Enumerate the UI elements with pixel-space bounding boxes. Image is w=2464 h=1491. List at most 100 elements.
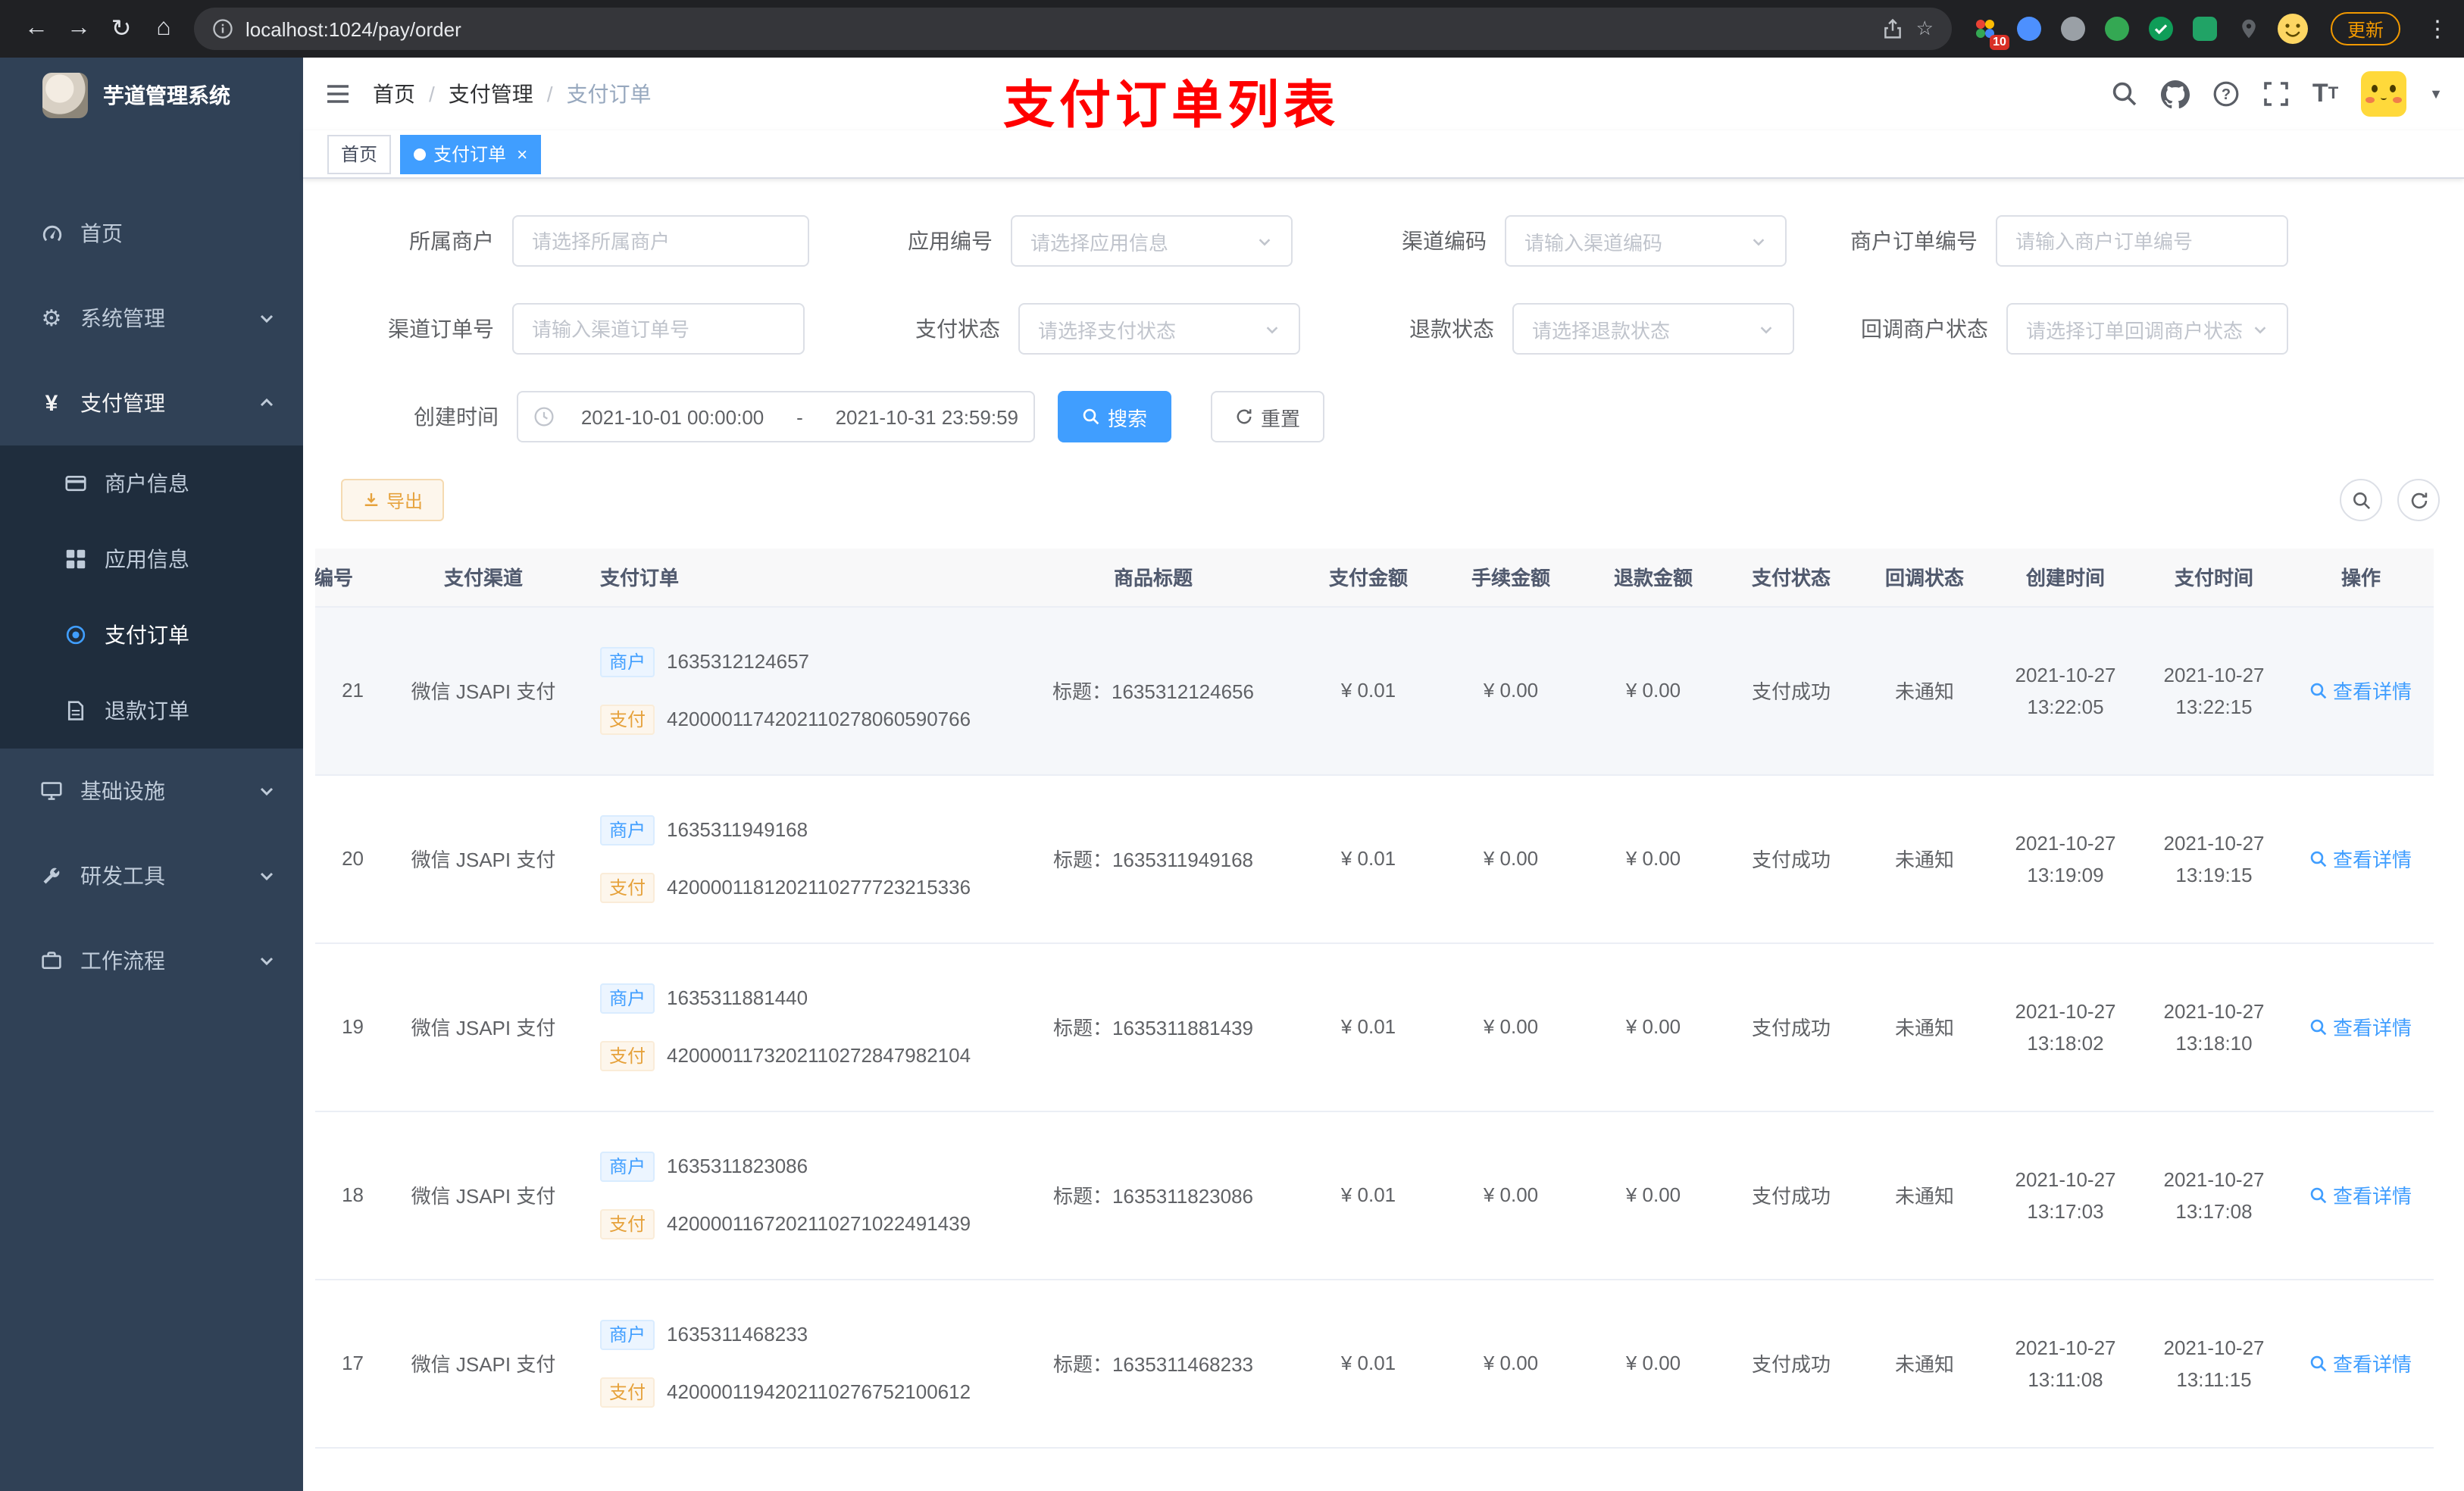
- info-icon[interactable]: [212, 18, 233, 39]
- cell-id: 21: [315, 606, 382, 775]
- help-icon[interactable]: ?: [2212, 80, 2240, 108]
- app-title: 芋道管理系统: [103, 83, 230, 108]
- merchant-order-no-input[interactable]: [1996, 215, 2288, 267]
- share-icon[interactable]: [1883, 18, 1904, 39]
- cell-pay-order: 商户 1635311949168 支付 42000011812021102777232…: [585, 774, 1009, 943]
- cell-pay-order: 商户 1635311881440 支付 42000011732021102728479…: [585, 942, 1009, 1111]
- callback-status-select[interactable]: 请选择订单回调商户状态: [2006, 303, 2288, 355]
- breadcrumb-item[interactable]: 首页: [373, 79, 415, 109]
- github-icon[interactable]: [2160, 80, 2190, 108]
- browser-menu-icon[interactable]: ⋮: [2426, 15, 2449, 42]
- monitor-icon: [38, 780, 65, 802]
- merchant-tag: 商户: [600, 1151, 655, 1181]
- extension-check-icon[interactable]: [2146, 14, 2176, 44]
- date-end: 2021-10-31 23:59:59: [835, 405, 1018, 428]
- sidebar-item-payment-mgmt[interactable]: ¥ 支付管理: [0, 361, 303, 445]
- pay-status-select[interactable]: 请选择支付状态: [1018, 303, 1300, 355]
- filter-label-channel-order-no: 渠道订单号: [388, 317, 494, 341]
- reset-button[interactable]: 重置: [1211, 391, 1325, 442]
- profile-avatar-icon[interactable]: [2277, 14, 2308, 44]
- breadcrumb-item: 支付订单: [566, 82, 652, 106]
- channel-order-no-input[interactable]: [512, 303, 805, 355]
- sidebar-item-merchant-info[interactable]: 商户信息: [0, 445, 303, 521]
- filter-label-create-time: 创建时间: [414, 405, 499, 429]
- merchant-order-no: 1635311823086: [667, 1155, 808, 1177]
- view-detail-link[interactable]: 查看详情: [2310, 1180, 2412, 1209]
- forward-button[interactable]: →: [58, 8, 100, 50]
- extension-square-icon[interactable]: [2190, 14, 2220, 44]
- browser-window: ← → ↻ ⌂ localhost:1024/pay/order ☆ 10 更新…: [0, 0, 2464, 1491]
- merchant-input[interactable]: [512, 215, 809, 267]
- chevron-down-icon: [258, 952, 276, 970]
- sidebar-item-app-info[interactable]: 应用信息: [0, 521, 303, 597]
- cell-channel: 微信 JSAPI 支付: [382, 774, 585, 943]
- view-detail-link[interactable]: 查看详情: [2310, 844, 2412, 873]
- browser-update-button[interactable]: 更新: [2330, 12, 2400, 45]
- home-button[interactable]: ⌂: [142, 8, 185, 50]
- navbar: 首页 / 支付管理 / 支付订单 支付订单列表 ? TT ▼: [303, 58, 2464, 135]
- back-button[interactable]: ←: [15, 8, 58, 50]
- cell-amount: ¥ 0.01: [1297, 942, 1440, 1111]
- cell-amount: ¥ 0.01: [1297, 774, 1440, 943]
- table-row: 20 微信 JSAPI 支付 商户 1635311949168 支付 4200001181…: [315, 774, 2434, 943]
- extension-blue-icon[interactable]: [2014, 14, 2044, 44]
- sidebar: 芋道管理系统 首页 ⚙ 系统管理 ¥ 支付管理 商户信息 应用信息 支付订单 退款订单 基础设施研…: [0, 58, 303, 1491]
- cell-channel: [382, 1447, 585, 1491]
- sidebar-item-home[interactable]: 首页: [0, 191, 303, 276]
- sidebar-item-system-mgmt[interactable]: ⚙ 系统管理: [0, 276, 303, 361]
- reload-button[interactable]: ↻: [100, 8, 142, 50]
- sidebar-item-infrastructure[interactable]: 基础设施: [0, 749, 303, 833]
- yen-icon: ¥: [45, 390, 58, 416]
- tab-close-icon[interactable]: ×: [517, 143, 527, 164]
- cell-refund: ¥ 0.00: [1582, 774, 1724, 943]
- tab-pay-order[interactable]: 支付订单 ×: [400, 134, 542, 173]
- extensions-area: 10 更新 ⋮: [1970, 12, 2449, 50]
- refresh-table-button[interactable]: [2397, 479, 2440, 521]
- filter-label-refund-status: 退款状态: [1409, 317, 1494, 341]
- bookmark-star-icon[interactable]: ☆: [1916, 17, 1934, 41]
- extension-grid-icon[interactable]: 10: [1970, 14, 2009, 50]
- sidebar-item-workflow[interactable]: 工作流程: [0, 918, 303, 1003]
- target-icon: [62, 624, 89, 645]
- sidebar-item-dev-tools[interactable]: 研发工具: [0, 833, 303, 918]
- chevron-down-icon: [258, 309, 276, 327]
- channel-order-no: 4200001181202110277723215336: [667, 876, 971, 899]
- filter-label-pay-status: 支付状态: [915, 317, 1000, 341]
- cell-pay-time: 2021-10-27 13:19:15: [2140, 774, 2288, 943]
- extension-pin-icon[interactable]: [2234, 14, 2264, 44]
- dashboard-icon: [38, 222, 65, 245]
- fullscreen-icon[interactable]: [2262, 80, 2290, 108]
- extension-badge: 10: [1990, 35, 2009, 50]
- channel-code-select[interactable]: 请输入渠道编码: [1505, 215, 1787, 267]
- filter-field-channel-order-no: 渠道订单号: [376, 303, 805, 355]
- channel-order-no: 4200001194202110276752100612: [667, 1380, 971, 1403]
- filter-label-merchant-order-no: 商户订单编号: [1850, 229, 1978, 253]
- app-no-select[interactable]: 请选择应用信息: [1011, 215, 1293, 267]
- refund-status-select[interactable]: 请选择退款状态: [1512, 303, 1794, 355]
- view-detail-link[interactable]: 查看详情: [2310, 1349, 2412, 1377]
- url-bar[interactable]: localhost:1024/pay/order ☆: [194, 8, 1952, 50]
- cell-action: [2288, 1447, 2434, 1491]
- font-size-icon[interactable]: TT: [2312, 79, 2338, 109]
- export-button[interactable]: 导出: [341, 479, 445, 521]
- avatar-caret-down-icon[interactable]: ▼: [2429, 86, 2443, 102]
- create-time-range-picker[interactable]: 2021-10-01 00:00:00 - 2021-10-31 23:59:5…: [517, 391, 1035, 442]
- toggle-search-button[interactable]: [2340, 479, 2382, 521]
- extension-gray-icon[interactable]: [2058, 14, 2088, 44]
- sidebar-item-pay-order[interactable]: 支付订单: [0, 597, 303, 673]
- extension-green-icon[interactable]: [2102, 14, 2132, 44]
- tab-home[interactable]: 首页: [327, 134, 392, 173]
- breadcrumb-item[interactable]: 支付管理: [449, 79, 533, 109]
- cell-amount: [1297, 1447, 1440, 1491]
- view-detail-link[interactable]: 查看详情: [2310, 676, 2412, 705]
- cell-amount: ¥ 0.01: [1297, 1111, 1440, 1280]
- cell-create-time: 2021-10-27 13:22:05: [1991, 606, 2140, 775]
- search-icon[interactable]: [2111, 80, 2138, 108]
- cell-title: 标题：1635311881439: [1009, 942, 1297, 1111]
- hamburger-icon[interactable]: [303, 58, 373, 130]
- sidebar-item-refund-order[interactable]: 退款订单: [0, 673, 303, 749]
- user-avatar[interactable]: [2361, 71, 2407, 117]
- view-detail-link[interactable]: 查看详情: [2310, 1012, 2412, 1041]
- search-button[interactable]: 搜索: [1058, 391, 1172, 442]
- cell-action: 查看详情: [2288, 1111, 2434, 1280]
